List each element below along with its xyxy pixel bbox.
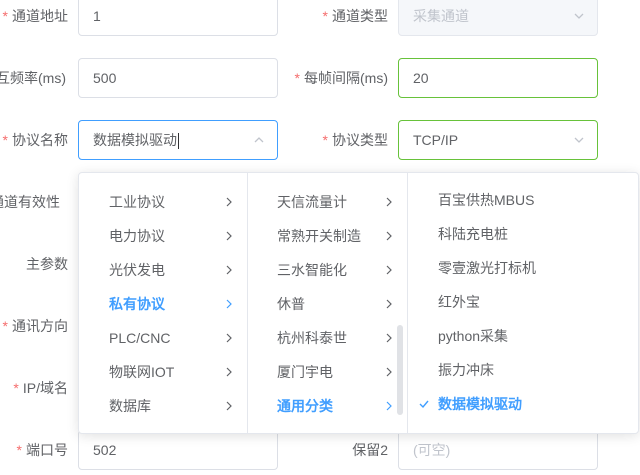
cascader-option[interactable]: 工业协议 — [109, 185, 247, 219]
cascader-option-active[interactable]: 通用分类 — [277, 389, 407, 423]
cascader-option[interactable]: 科陆充电桩 — [438, 217, 638, 251]
protocol-cascader-panel: 工业协议 电力协议 光伏发电 私有协议 PLC/CNC 物联网IOT 数据库 天… — [78, 172, 639, 434]
protocol-type-label: * 协议类型 — [322, 132, 388, 148]
cascader-option[interactable]: 厦门宇电 — [277, 355, 407, 389]
cascader-option-selected[interactable]: 数据模拟驱动 — [419, 387, 638, 421]
cascader-option[interactable]: 数据库 — [109, 389, 247, 423]
cascader-option[interactable]: 天信流量计 — [277, 185, 407, 219]
chevron-down-icon — [574, 13, 584, 19]
chevron-up-icon — [254, 137, 264, 143]
chevron-right-icon — [386, 401, 392, 411]
required-asterisk: * — [2, 8, 8, 24]
chevron-right-icon — [226, 197, 232, 207]
chevron-right-icon — [226, 265, 232, 275]
protocol-name-cascader[interactable]: 数据模拟驱动 — [78, 120, 278, 160]
port-input[interactable]: 502 — [78, 430, 278, 470]
reserve2-input[interactable]: (可空) — [398, 430, 598, 470]
scrollbar[interactable] — [397, 325, 403, 415]
chevron-right-icon — [386, 231, 392, 241]
channel-type-select[interactable]: 采集通道 — [398, 0, 598, 36]
interval-label: 互频率(ms) — [0, 70, 66, 86]
protocol-name-label: * 协议名称 — [2, 132, 68, 148]
required-asterisk: * — [2, 132, 8, 148]
chevron-right-icon — [226, 401, 232, 411]
cascader-option[interactable]: PLC/CNC — [109, 321, 247, 355]
cascader-option[interactable]: 休普 — [277, 287, 407, 321]
cascader-menu-level3: 百宝供热MBUS 科陆充电桩 零壹激光打标机 红外宝 python采集 振力冲床… — [408, 173, 638, 433]
chevron-right-icon — [226, 367, 232, 377]
chevron-right-icon — [386, 299, 392, 309]
chevron-right-icon — [226, 231, 232, 241]
protocol-type-select[interactable]: TCP/IP — [398, 120, 598, 160]
required-asterisk: * — [2, 318, 8, 334]
channel-valid-label: 通道有效性 — [0, 194, 60, 210]
cascader-menu-level1: 工业协议 电力协议 光伏发电 私有协议 PLC/CNC 物联网IOT 数据库 — [79, 173, 248, 433]
required-asterisk: * — [322, 132, 328, 148]
channel-address-label: * 通道地址 — [2, 8, 68, 24]
channel-type-label: * 通道类型 — [322, 8, 388, 24]
chevron-right-icon — [386, 367, 392, 377]
chevron-right-icon — [386, 333, 392, 343]
cascader-option[interactable]: 电力协议 — [109, 219, 247, 253]
chevron-right-icon — [386, 197, 392, 207]
cascader-menu-level2: 天信流量计 常熟开关制造 三水智能化 休普 杭州科泰世 厦门宇电 通用分类 — [248, 173, 408, 433]
chevron-right-icon — [226, 299, 232, 309]
frame-interval-input[interactable]: 20 — [398, 58, 598, 98]
cascader-option-active[interactable]: 私有协议 — [109, 287, 247, 321]
channel-address-input[interactable]: 1 — [78, 0, 278, 36]
cascader-option[interactable]: python采集 — [438, 319, 638, 353]
required-asterisk: * — [13, 380, 19, 396]
cascader-option[interactable]: 三水智能化 — [277, 253, 407, 287]
chevron-right-icon — [386, 265, 392, 275]
comm-direction-label: * 通讯方向 — [2, 318, 68, 334]
cascader-option[interactable]: 杭州科泰世 — [277, 321, 407, 355]
main-params-label: 主参数 — [26, 256, 68, 272]
check-icon — [419, 400, 429, 409]
cascader-option[interactable]: 零壹激光打标机 — [438, 251, 638, 285]
cascader-option[interactable]: 物联网IOT — [109, 355, 247, 389]
cascader-option[interactable]: 振力冲床 — [438, 353, 638, 387]
required-asterisk: * — [16, 442, 22, 458]
required-asterisk: * — [322, 8, 328, 24]
cascader-option[interactable]: 常熟开关制造 — [277, 219, 407, 253]
cascader-option[interactable]: 光伏发电 — [109, 253, 247, 287]
interval-input[interactable]: 500 — [78, 58, 278, 98]
frame-interval-label: * 每帧间隔(ms) — [294, 70, 388, 86]
chevron-right-icon — [226, 333, 232, 343]
cascader-option[interactable]: 红外宝 — [438, 285, 638, 319]
port-label: * 端口号 — [16, 442, 68, 458]
ip-domain-label: * IP/域名 — [13, 380, 68, 396]
reserve2-label: 保留2 — [352, 442, 388, 458]
required-asterisk: * — [294, 70, 300, 86]
chevron-down-icon — [574, 137, 584, 143]
cascader-option[interactable]: 百宝供热MBUS — [438, 183, 638, 217]
text-caret — [178, 133, 179, 150]
